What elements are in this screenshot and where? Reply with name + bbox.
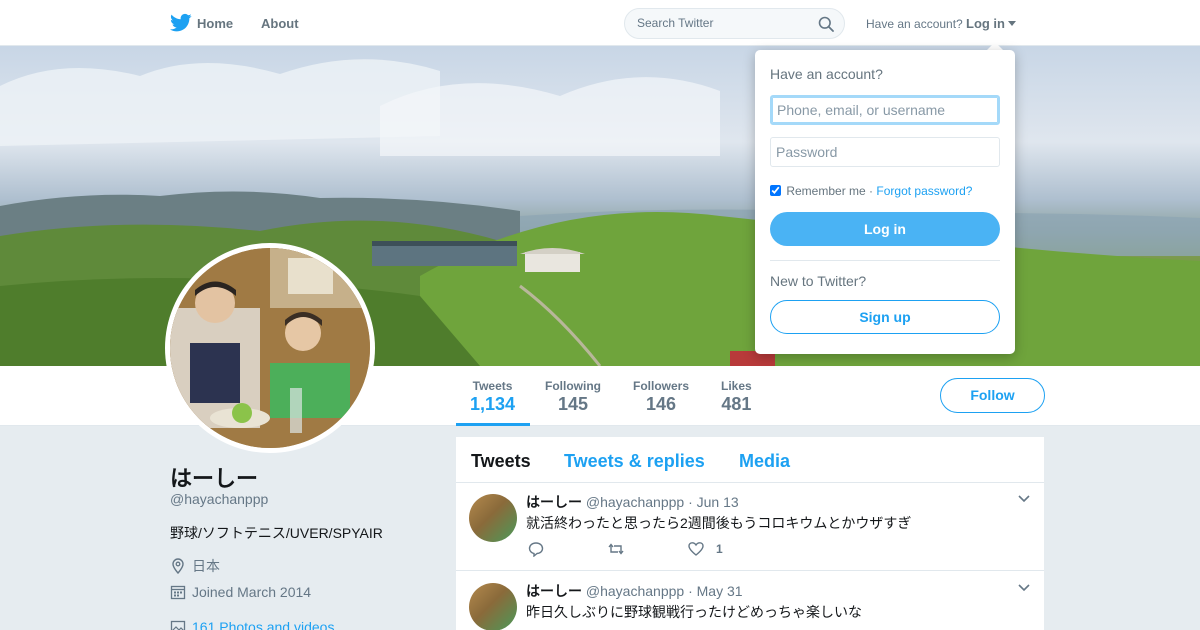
like-count: 1 [716, 542, 723, 556]
remember-me-label[interactable]: Remember me [786, 184, 865, 198]
tweet-author-handle[interactable]: @hayachanppp [586, 583, 684, 599]
location-text: 日本 [192, 558, 220, 574]
login-dropdown-toggle[interactable]: Log in [966, 16, 1005, 31]
top-nav-bar: Home About Have an account? Log in [0, 0, 1200, 46]
stat-label: Tweets [472, 379, 513, 393]
remember-me-row: Remember me · Forgot password? [770, 184, 972, 198]
tweet-item[interactable]: はーしー @hayachanppp · May 31 昨日久しぶりに野球観戦行っ… [456, 572, 1044, 630]
stat-value: 146 [645, 394, 677, 414]
profile-location: 日本 [170, 556, 220, 576]
login-dropdown: Have an account? Remember me · Forgot pa… [755, 50, 1015, 354]
login-dropdown-title: Have an account? [770, 66, 883, 82]
chevron-down-icon[interactable] [1018, 495, 1030, 503]
tweet-text: 昨日久しぶりに野球観戦行ったけどめっちゃ楽しいな [526, 604, 862, 620]
active-stat-underline [456, 423, 530, 426]
caret-down-icon[interactable] [1008, 21, 1016, 26]
tab-tweets-replies[interactable]: Tweets & replies [564, 451, 705, 472]
tweet-author-handle[interactable]: @hayachanppp [586, 494, 684, 510]
timeline: Tweets Tweets & replies Media はーしー @haya… [456, 437, 1044, 630]
stat-value: 481 [721, 394, 752, 414]
tab-tweets[interactable]: Tweets [471, 451, 531, 472]
search-input[interactable] [637, 16, 807, 30]
nav-home-link[interactable]: Home [197, 16, 233, 31]
stat-following[interactable]: Following 145 [545, 379, 601, 415]
tweet-date[interactable]: · Jun 13 [688, 494, 739, 510]
new-to-twitter-text: New to Twitter? [770, 273, 867, 289]
location-pin-icon [172, 558, 184, 574]
profile-bio: 野球/ソフトテニス/UVER/SPYAIR [170, 525, 383, 541]
tweet-author-name[interactable]: はーしー [526, 494, 582, 510]
tweet-header: はーしー @hayachanppp · Jun 13 [526, 492, 739, 512]
heart-icon[interactable] [688, 541, 704, 557]
separator-dot: · [869, 184, 874, 198]
photo-icon [170, 620, 186, 630]
retweet-icon[interactable] [608, 541, 624, 557]
profile-avatar[interactable] [165, 243, 375, 453]
stat-tweets[interactable]: Tweets 1,134 [470, 379, 515, 415]
signup-button[interactable]: Sign up [770, 300, 1000, 334]
stat-label: Likes [721, 379, 752, 393]
divider [770, 260, 1000, 261]
tweet-author-name[interactable]: はーしー [526, 583, 582, 599]
profile-name: はーしー [170, 466, 259, 491]
tweet-date[interactable]: · May 31 [688, 583, 742, 599]
stat-label: Following [545, 379, 601, 393]
dropdown-arrow [987, 42, 1003, 50]
photos-videos-link[interactable]: 161 Photos and videos [192, 619, 334, 630]
forgot-password-link[interactable]: Forgot password? [876, 184, 972, 198]
tweet-text: 就活終わったと思ったら2週間後もうコロキウムとかウザすぎ [526, 515, 912, 531]
timeline-tabs: Tweets Tweets & replies Media [456, 437, 1044, 483]
calendar-icon [170, 585, 186, 600]
tweet-avatar[interactable] [469, 583, 517, 630]
profile-joined: Joined March 2014 [170, 584, 311, 600]
joined-text: Joined March 2014 [192, 584, 312, 600]
have-account-text: Have an account? [866, 17, 963, 31]
avatar-photo-image [170, 248, 370, 448]
chevron-down-icon[interactable] [1018, 584, 1030, 592]
remember-me-checkbox[interactable] [770, 185, 781, 196]
stat-value: 1,134 [470, 394, 516, 414]
tweet-item[interactable]: はーしー @hayachanppp · Jun 13 就活終わったと思ったら2週… [456, 483, 1044, 571]
stat-value: 145 [557, 394, 589, 414]
username-field[interactable] [770, 95, 1000, 125]
profile-photos-row: 161 Photos and videos [170, 619, 334, 630]
stat-followers[interactable]: Followers 146 [633, 379, 689, 415]
search-box [624, 8, 845, 39]
reply-icon[interactable] [528, 541, 544, 557]
follow-button[interactable]: Follow [940, 378, 1045, 413]
tweet-header: はーしー @hayachanppp · May 31 [526, 581, 743, 601]
stat-likes[interactable]: Likes 481 [721, 379, 752, 415]
avatar-photo [170, 248, 370, 448]
login-button[interactable]: Log in [770, 212, 1000, 246]
twitter-bird-icon[interactable] [170, 13, 192, 33]
stat-label: Followers [633, 379, 690, 393]
profile-handle[interactable]: @hayachanppp [170, 491, 268, 507]
search-icon[interactable] [818, 16, 834, 32]
password-field[interactable] [770, 137, 1000, 167]
nav-about-link[interactable]: About [261, 16, 299, 31]
tweet-avatar[interactable] [469, 494, 517, 542]
tab-media[interactable]: Media [739, 451, 790, 472]
